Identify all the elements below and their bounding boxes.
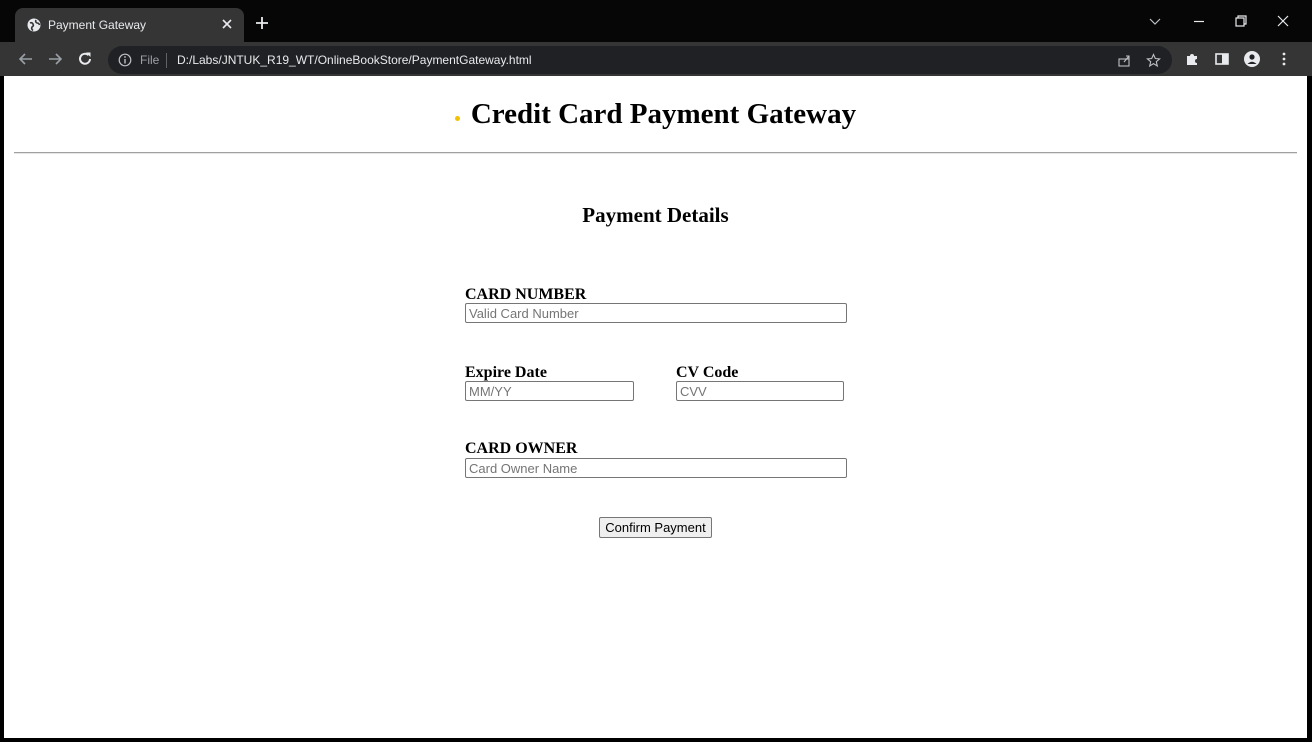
restore-icon[interactable] <box>1233 13 1249 29</box>
tab-strip: Payment Gateway <box>0 0 1312 42</box>
extensions-puzzle-icon[interactable] <box>1184 51 1200 67</box>
heading-bullet <box>454 115 460 121</box>
confirm-payment-button[interactable]: Confirm Payment <box>599 517 712 538</box>
card-number-label: CARD NUMBER <box>465 286 587 303</box>
section-title: Payment Details <box>582 203 729 227</box>
page-viewport: Credit Card Payment Gateway Payment Deta… <box>4 76 1307 738</box>
globe-icon <box>27 18 41 32</box>
profile-avatar-icon[interactable] <box>1244 51 1260 67</box>
cv-code-input[interactable] <box>676 381 844 401</box>
address-bar[interactable]: File D:/Labs/JNTUK_R19_WT/OnlineBookStor… <box>108 46 1172 74</box>
side-panel-icon[interactable] <box>1214 51 1230 67</box>
url-scheme-label: File <box>140 53 160 67</box>
browser-tab[interactable]: Payment Gateway <box>15 8 244 42</box>
cv-code-label: CV Code <box>676 364 739 381</box>
close-window-icon[interactable] <box>1275 13 1291 29</box>
close-tab-icon[interactable] <box>220 17 234 31</box>
info-icon[interactable] <box>118 53 132 67</box>
card-owner-input[interactable] <box>465 458 847 478</box>
reload-icon[interactable] <box>76 50 94 68</box>
minimize-icon[interactable] <box>1191 13 1207 29</box>
menu-kebab-icon[interactable] <box>1276 51 1292 67</box>
heading-divider <box>14 152 1297 153</box>
expire-date-input[interactable] <box>465 381 634 401</box>
chevron-down-icon[interactable] <box>1147 13 1163 29</box>
page-heading: Credit Card Payment Gateway <box>4 98 1307 131</box>
url-text[interactable]: D:/Labs/JNTUK_R19_WT/OnlineBookStore/Pay… <box>177 53 532 67</box>
browser-toolbar: File D:/Labs/JNTUK_R19_WT/OnlineBookStor… <box>0 42 1312 76</box>
back-arrow-icon[interactable] <box>17 50 35 68</box>
forward-arrow-icon[interactable] <box>46 50 64 68</box>
share-icon[interactable] <box>1117 53 1132 68</box>
address-separator <box>166 53 167 68</box>
expire-date-label: Expire Date <box>465 364 547 381</box>
card-number-input[interactable] <box>465 303 847 323</box>
page-heading-text: Credit Card Payment Gateway <box>470 98 857 130</box>
new-tab-icon[interactable] <box>255 16 269 30</box>
tab-title: Payment Gateway <box>48 18 147 32</box>
card-owner-label: CARD OWNER <box>465 440 578 457</box>
bookmark-star-icon[interactable] <box>1146 53 1161 68</box>
